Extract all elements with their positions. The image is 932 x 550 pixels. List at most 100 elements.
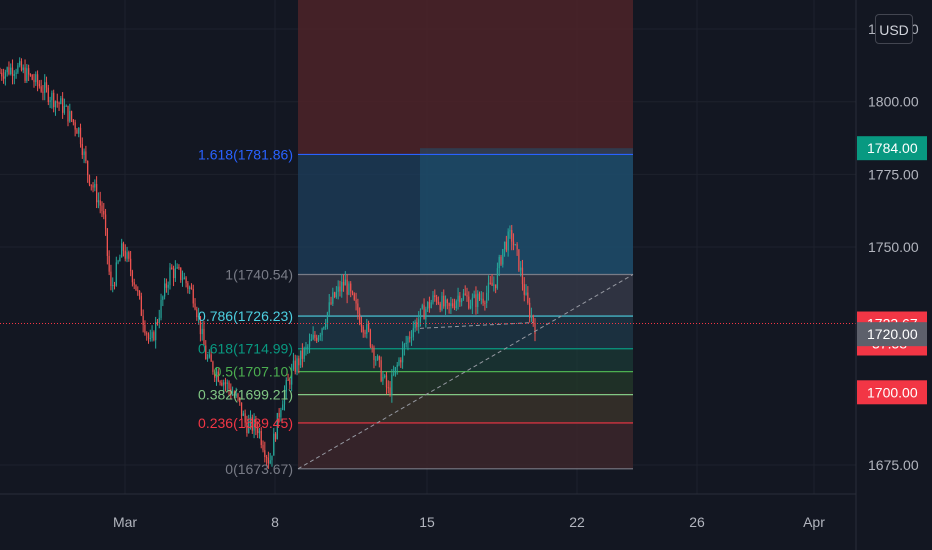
candle-body	[88, 175, 91, 185]
candle-body	[192, 288, 194, 304]
candle-body	[240, 402, 243, 416]
candle-body	[448, 303, 450, 306]
candle-body	[312, 334, 314, 340]
candle-body	[17, 65, 19, 73]
candle-body	[305, 346, 307, 349]
candle-body	[489, 282, 491, 284]
candle-body	[135, 284, 137, 291]
candle-body	[514, 244, 516, 246]
candle-body	[163, 283, 166, 297]
candle-body	[335, 291, 338, 298]
candle-body	[167, 284, 169, 288]
candle-body	[69, 111, 71, 122]
fib-level-label: 0.786(1726.23)	[198, 308, 293, 324]
candle-body	[183, 277, 185, 280]
candle-body	[106, 228, 108, 256]
candle-body	[271, 455, 273, 461]
price-tick-label: 1750.00	[868, 239, 919, 255]
candle-body	[156, 322, 159, 324]
candle-body	[62, 98, 64, 113]
candle-body	[464, 293, 466, 296]
candle-body	[79, 127, 82, 145]
candle-body	[87, 160, 89, 176]
price-chart[interactable]: 1.618(1781.86) 1(1740.54) 0.786(1726.23) 0.…	[0, 0, 932, 550]
fib-zones	[298, 0, 633, 469]
fib-zone	[298, 348, 633, 372]
candle-body	[45, 82, 48, 88]
candle-body	[274, 433, 277, 440]
candle-body	[129, 258, 132, 272]
candle-body	[414, 321, 416, 329]
candle-body	[439, 303, 441, 310]
candle-body	[310, 339, 312, 341]
candle-body	[364, 332, 366, 334]
candle-body	[6, 67, 8, 73]
candle-body	[359, 313, 361, 324]
candle-body	[165, 283, 168, 288]
candle-body	[469, 305, 472, 309]
candle-body	[155, 322, 157, 341]
fib-level-label: 1(1740.54)	[225, 266, 293, 282]
candle-body	[90, 184, 92, 186]
candle-body	[11, 67, 14, 76]
candle-body	[441, 295, 443, 310]
candle-body	[382, 376, 384, 382]
candle-body	[466, 295, 468, 297]
candle-body	[348, 283, 350, 295]
candle-body	[342, 281, 345, 286]
candle-body	[226, 382, 228, 384]
candle-body	[142, 315, 144, 325]
candle-body	[446, 299, 448, 304]
candle-body	[54, 101, 57, 108]
candle-body	[70, 111, 73, 120]
candle-body	[258, 431, 261, 434]
candle-body	[468, 296, 470, 309]
candle-body	[401, 348, 404, 363]
candle-body	[121, 243, 123, 258]
candle-body	[400, 359, 402, 363]
candle-body	[219, 381, 221, 383]
candle-body	[273, 433, 275, 456]
candle-body	[307, 346, 309, 348]
candle-body	[350, 283, 352, 292]
candle-body	[40, 86, 42, 92]
candle-body	[453, 306, 456, 309]
candle-body	[480, 298, 482, 300]
candle-body	[375, 359, 377, 361]
candle-body	[427, 302, 429, 310]
candle-body	[518, 249, 520, 271]
candle-body	[176, 267, 178, 269]
candle-body	[38, 83, 40, 87]
fib-level-label: 0.618(1714.99)	[198, 341, 293, 357]
candle-body	[380, 360, 382, 382]
candle-body	[35, 74, 37, 83]
candle-body	[308, 340, 311, 347]
fib-labels: 1.618(1781.86) 1(1740.54) 0.786(1726.23) 0.…	[198, 146, 293, 476]
candle-body	[376, 356, 379, 360]
time-tick-label: 22	[569, 514, 585, 530]
candle-body	[201, 328, 203, 335]
candle-body	[108, 255, 110, 272]
candle-body	[495, 284, 497, 289]
candle-body	[437, 301, 440, 304]
candle-body	[351, 291, 354, 294]
candle-body	[47, 87, 49, 102]
candle-body	[99, 200, 101, 206]
candle-body	[500, 256, 502, 265]
candle-body	[131, 271, 134, 283]
candle-body	[19, 61, 21, 66]
candle-body	[477, 293, 479, 308]
candle-body	[190, 287, 193, 289]
candle-body	[478, 293, 481, 300]
candle-body	[523, 284, 525, 295]
candle-body	[534, 323, 536, 334]
candle-body	[287, 379, 289, 381]
candle-body	[423, 305, 425, 320]
candle-body	[180, 267, 182, 280]
candle-body	[317, 336, 320, 341]
candle-body	[387, 387, 389, 389]
candle-body	[405, 342, 407, 345]
candle-body	[434, 295, 436, 298]
candle-body	[410, 336, 413, 338]
currency-button[interactable]: USD	[875, 14, 913, 44]
